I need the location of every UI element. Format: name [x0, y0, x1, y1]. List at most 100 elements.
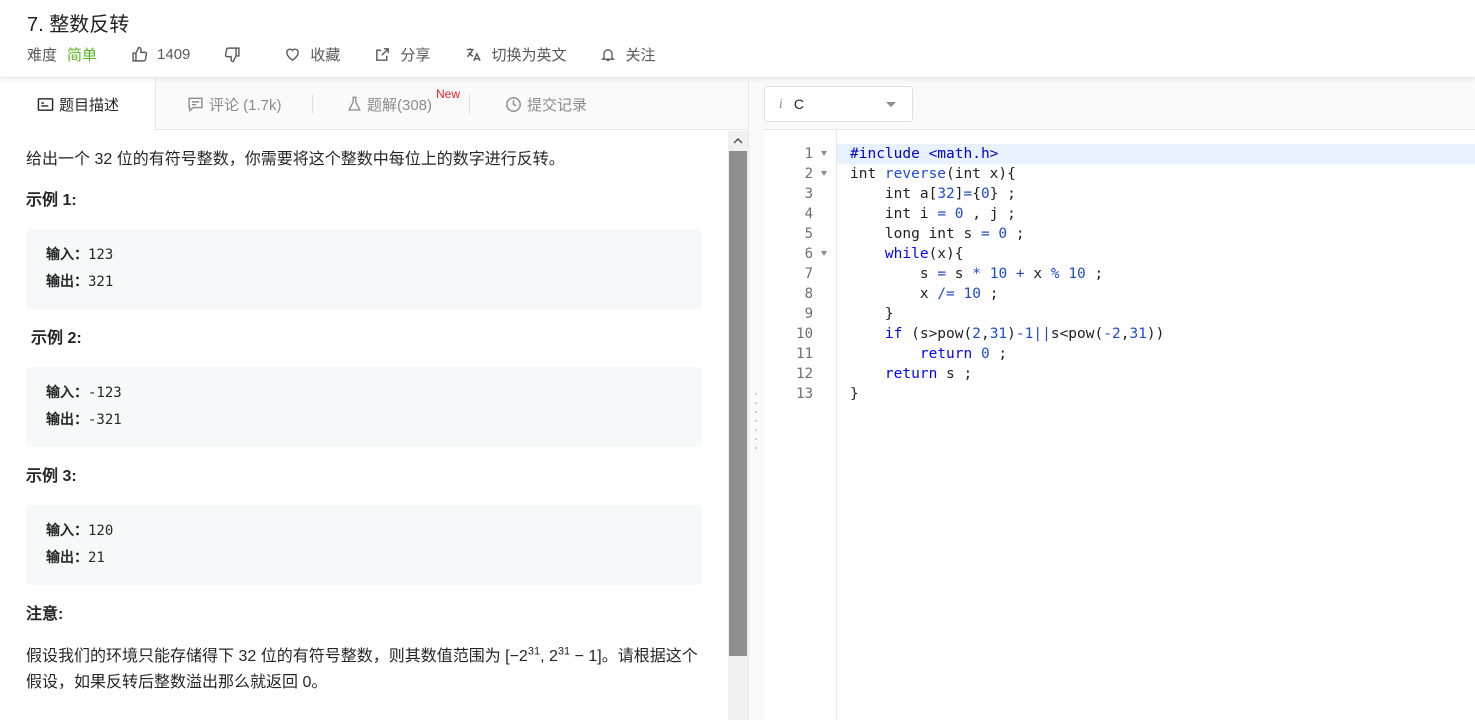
tab-separator: [312, 94, 313, 114]
tab-solutions-label: 题解(308): [367, 96, 433, 114]
example-title: 示例 2:: [31, 330, 82, 347]
code-line[interactable]: return 0 ;: [837, 344, 1475, 364]
code-line[interactable]: if (s>pow(2,31)-1||s<pow(-2,31)): [837, 324, 1475, 344]
line-number: 6: [764, 244, 837, 264]
line-number: 1: [764, 144, 837, 164]
fold-arrow-icon[interactable]: [821, 151, 827, 156]
code-line[interactable]: int i = 0 , j ;: [837, 204, 1475, 224]
code-editor[interactable]: 1 2 3 4 5 6 7 8 9 10 11 12 13 #include <…: [764, 130, 1475, 720]
note-exponent: 31: [557, 645, 571, 658]
tab-comments-label: 评论 (1.7k): [209, 96, 282, 114]
code-line[interactable]: s = s * 10 + x % 10 ;: [837, 264, 1475, 284]
language-select[interactable]: i C: [764, 86, 913, 122]
follow-button[interactable]: 关注: [600, 44, 655, 65]
note-exponent: 31: [527, 645, 541, 658]
line-number: 4: [804, 206, 813, 222]
input-label: 输入：: [46, 385, 88, 401]
code-line[interactable]: int reverse(int x){: [837, 164, 1475, 184]
fold-arrow-icon[interactable]: [821, 251, 827, 256]
share-label: 分享: [400, 46, 431, 64]
line-number: 13: [796, 386, 813, 402]
panel-resize-handle[interactable]: [748, 78, 764, 720]
code-line[interactable]: int a[32]={0} ;: [837, 184, 1475, 204]
thumbs-up-icon: [132, 46, 148, 62]
example-output: 321: [88, 274, 114, 290]
tab-comments[interactable]: 评论 (1.7k): [187, 78, 282, 130]
translate-icon: [467, 47, 482, 61]
line-number: 8: [804, 286, 813, 302]
output-label: 输出：: [46, 412, 88, 428]
tab-description[interactable]: 题目描述: [0, 78, 156, 131]
example-title: 示例 3:: [26, 468, 77, 485]
code-line[interactable]: x /= 10 ;: [837, 284, 1475, 304]
tab-description-label: 题目描述: [59, 97, 120, 114]
comment-icon: [188, 97, 203, 112]
code-line[interactable]: }: [837, 304, 1475, 324]
line-number: 5: [804, 226, 813, 242]
output-label: 输出：: [46, 550, 88, 566]
input-label: 输入：: [46, 247, 88, 263]
example-output: 21: [88, 550, 105, 566]
chevron-down-icon: [886, 102, 896, 107]
tab-separator: [469, 94, 470, 114]
line-number-gutter: 1 2 3 4 5 6 7 8 9 10 11 12 13: [764, 130, 837, 720]
description-icon: [37, 98, 54, 111]
new-badge: New: [436, 87, 461, 101]
tab-solutions[interactable]: 题解(308): [347, 78, 432, 130]
language-select-value: C: [793, 96, 804, 112]
flask-icon: [348, 96, 361, 111]
description-scrollbar[interactable]: [728, 131, 748, 720]
switch-language-button[interactable]: 切换为英文: [464, 44, 566, 65]
description-intro: 给出一个 32 位的有符号整数，你需要将这个整数中每位上的数字进行反转。: [26, 151, 565, 168]
switch-language-label: 切换为英文: [491, 46, 567, 64]
code-line[interactable]: long int s = 0 ;: [837, 224, 1475, 244]
example-box: 输入：120 输出：21: [26, 505, 702, 585]
line-number: 12: [796, 366, 813, 382]
problem-header: 7. 整数反转 难度 简单 1409 收藏 分享 切换为英文 关注: [0, 0, 1475, 78]
difficulty-label: 难度: [27, 46, 58, 64]
line-number: 9: [804, 306, 813, 322]
problem-description: 给出一个 32 位的有符号整数，你需要将这个整数中每位上的数字进行反转。 示例 …: [0, 131, 728, 720]
scroll-up-arrow-icon[interactable]: [728, 131, 748, 151]
follow-label: 关注: [625, 46, 656, 64]
share-button[interactable]: 分享: [374, 44, 430, 65]
heart-icon: [286, 48, 300, 61]
fold-arrow-icon[interactable]: [821, 171, 827, 176]
line-number: 10: [796, 326, 813, 342]
note-title: 注意:: [26, 606, 64, 623]
favorite-label: 收藏: [310, 46, 341, 64]
example-box: 输入：-123 输出：-321: [26, 367, 702, 447]
tab-submissions[interactable]: 提交记录: [505, 78, 587, 130]
like-count: 1409: [157, 45, 191, 63]
problem-title: 7. 整数反转: [27, 14, 130, 36]
like-button[interactable]: 1409: [131, 46, 190, 63]
code-line[interactable]: while(x){: [837, 244, 1475, 264]
example-input: 123: [88, 247, 114, 263]
line-number: 2: [764, 164, 837, 184]
example-box: 输入：123 输出：321: [26, 229, 702, 309]
note-text: 假设我们的环境只能存储得下 32 位的有符号整数，则其数值范围为 [−231, …: [26, 644, 706, 696]
scrollbar-thumb[interactable]: [729, 151, 747, 656]
example-title: 示例 1:: [26, 192, 77, 209]
favorite-button[interactable]: 收藏: [284, 44, 340, 65]
tab-submissions-label: 提交记录: [527, 96, 588, 114]
line-number: 7: [804, 266, 813, 282]
line-number: 3: [804, 186, 813, 202]
problem-meta-bar: 难度 简单 1409 收藏 分享 切换为英文 关注: [27, 44, 689, 64]
editor-toolbar: i C: [764, 78, 1475, 130]
dislike-button[interactable]: [224, 46, 250, 63]
clock-icon: [506, 96, 521, 112]
input-label: 输入：: [46, 523, 88, 539]
drag-handle-icon: [755, 393, 758, 449]
code-line[interactable]: }: [837, 384, 1475, 404]
bell-icon: [601, 48, 616, 61]
code-line[interactable]: #include <math.h>: [837, 144, 1475, 164]
note-text-part: , 2: [540, 648, 558, 665]
example-output: -321: [88, 412, 122, 428]
example-input: -123: [88, 385, 122, 401]
example-input: 120: [88, 523, 114, 539]
code-line[interactable]: return s ;: [837, 364, 1475, 384]
note-text-part: 假设我们的环境只能存储得下 32 位的有符号整数，则其数值范围为 [−2: [26, 648, 528, 665]
output-label: 输出：: [46, 274, 88, 290]
line-number: 11: [796, 346, 813, 362]
